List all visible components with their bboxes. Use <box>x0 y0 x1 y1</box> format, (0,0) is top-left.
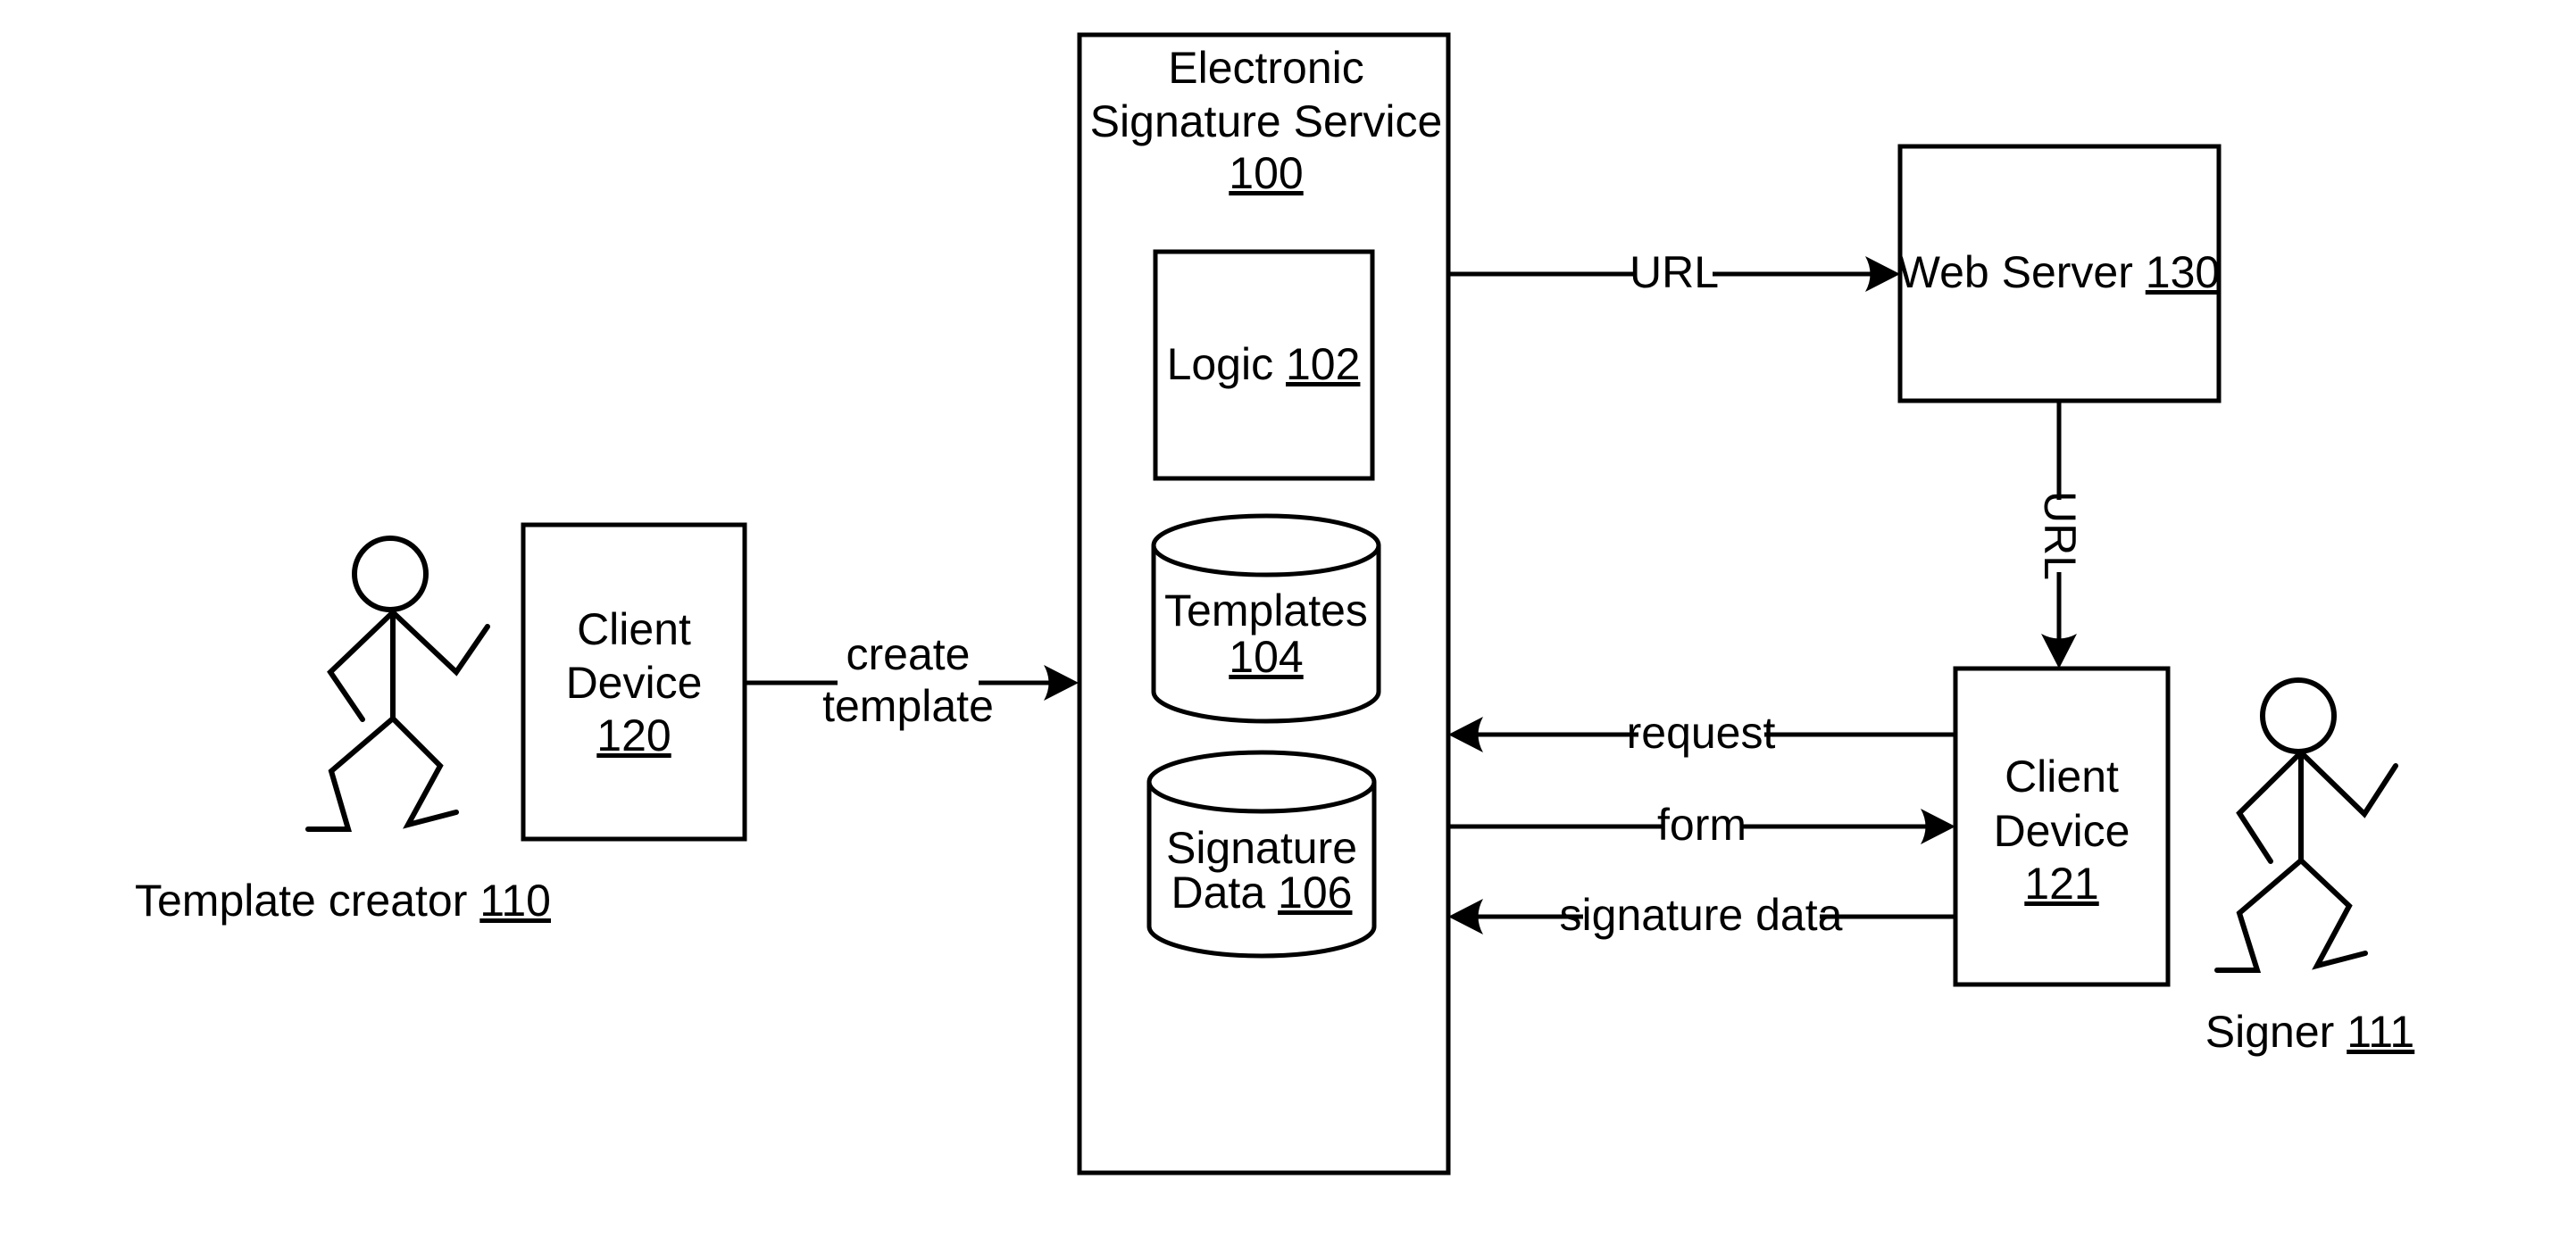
web-server-label: Web Server 130 <box>1898 247 2220 297</box>
form-label: form <box>1657 800 1747 850</box>
signer-label: Signer 111 <box>2205 1007 2414 1057</box>
signature-data-datastore[interactable]: Signature Data 106 <box>1146 750 1377 959</box>
diagram-canvas: Electronic Signature Service 100 Logic 1… <box>135 32 2414 1175</box>
logic-node[interactable]: Logic 102 <box>1153 249 1375 481</box>
template-creator-stick-figure-icon <box>305 536 490 832</box>
client-device-120-line2: Device <box>566 658 703 708</box>
client-device-121-node[interactable]: Client Device 121 <box>1953 666 2171 987</box>
request-label: request <box>1627 708 1776 758</box>
create-template-label-line1: create <box>846 629 971 679</box>
service-title-line1: Electronic <box>1168 43 1364 93</box>
url-label: URL <box>1630 247 1719 297</box>
url-vertical-label: URL <box>2035 491 2085 580</box>
template-creator-actor: Template creator 110 <box>135 536 551 926</box>
signature-data-label-line2: Data 106 <box>1171 868 1353 918</box>
service-ref-number: 100 <box>1229 148 1303 198</box>
service-title-line2: Signature Service <box>1090 96 1443 146</box>
create-template-label-line2: template <box>822 681 994 731</box>
client-device-120-node[interactable]: Client Device 120 <box>521 522 747 842</box>
signature-data-edge-label: signature data <box>1560 890 1843 940</box>
client-device-120-ref-number: 120 <box>596 710 671 760</box>
client-device-121-ref-number: 121 <box>2024 859 2098 909</box>
templates-ref-number: 104 <box>1229 632 1303 682</box>
logic-label: Logic 102 <box>1167 339 1361 389</box>
edge-create-template: create template <box>745 629 1079 731</box>
url-arrowhead-icon <box>1865 256 1900 292</box>
form-arrowhead-icon <box>1921 809 1955 844</box>
signer-stick-figure-icon <box>2214 677 2398 973</box>
templates-datastore[interactable]: Templates 104 <box>1151 513 1381 724</box>
url-vertical-arrowhead-icon <box>2041 634 2077 669</box>
create-template-arrowhead-icon <box>1044 665 1079 701</box>
web-server-node[interactable]: Web Server 130 <box>1897 144 2222 403</box>
edge-url-to-client-device: URL <box>2035 401 2085 669</box>
client-device-121-line1: Client <box>2005 752 2119 802</box>
signer-actor: Signer 111 <box>2205 677 2414 1057</box>
signature-data-label-line1: Signature <box>1166 823 1357 873</box>
client-device-120-line1: Client <box>577 604 691 654</box>
template-creator-label: Template creator 110 <box>135 876 551 926</box>
client-device-121-line2: Device <box>1994 806 2130 856</box>
edge-url-to-web-server: URL <box>1448 247 1900 297</box>
edge-form: form <box>1448 800 1955 850</box>
edge-signature-data: signature data <box>1448 890 1955 940</box>
templates-label: Templates <box>1164 586 1368 635</box>
edge-request: request <box>1448 708 1955 758</box>
